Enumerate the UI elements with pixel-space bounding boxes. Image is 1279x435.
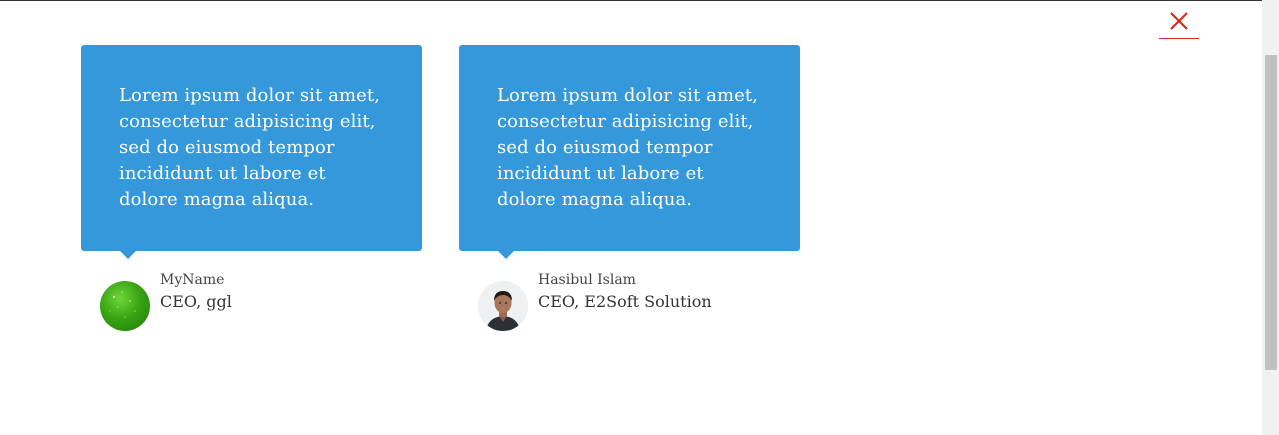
close-button[interactable] [1159, 6, 1199, 39]
testimonial-quote: Lorem ipsum dolor sit amet, consectetur … [497, 85, 759, 210]
testimonial-quote: Lorem ipsum dolor sit amet, consectetur … [119, 85, 381, 210]
green-ball-avatar [109, 291, 136, 318]
scrollbar-thumb[interactable] [1265, 55, 1277, 370]
avatar [478, 281, 528, 331]
author-name: MyName [160, 272, 225, 288]
author-role: CEO, ggl [160, 292, 232, 311]
author-name: Hasibul Islam [538, 272, 636, 288]
testimonial-author: Hasibul Islam CEO, E2Soft Solution [459, 251, 800, 331]
avatar [100, 281, 150, 331]
close-x-icon [1170, 12, 1188, 30]
person-photo-avatar [478, 281, 528, 331]
testimonial-author: MyName CEO, ggl [81, 251, 422, 331]
top-border [0, 0, 1262, 1]
author-role: CEO, E2Soft Solution [538, 292, 712, 311]
testimonial-card: Lorem ipsum dolor sit amet, consectetur … [459, 45, 800, 331]
testimonial-card: Lorem ipsum dolor sit amet, consectetur … [81, 45, 422, 331]
quote-bubble: Lorem ipsum dolor sit amet, consectetur … [459, 45, 800, 259]
quote-bubble: Lorem ipsum dolor sit amet, consectetur … [81, 45, 422, 259]
